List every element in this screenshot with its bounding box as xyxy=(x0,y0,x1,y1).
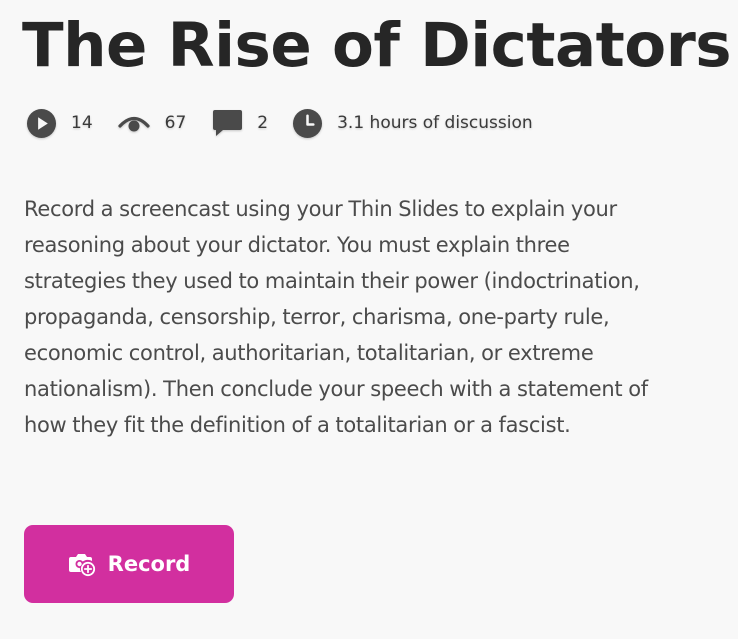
page-title: The Rise of Dictators xyxy=(22,10,732,81)
assignment-description: Record a screencast using your Thin Slid… xyxy=(24,197,648,437)
stats-bar: 14 67 2 3.1 hours of discussion xyxy=(26,107,533,139)
stat-views: 67 xyxy=(118,113,187,133)
views-count: 67 xyxy=(164,113,187,133)
camera-add-icon xyxy=(68,551,96,577)
comments-count: 2 xyxy=(257,113,269,133)
stat-plays: 14 xyxy=(26,108,93,139)
stat-time: 3.1 hours of discussion xyxy=(292,108,533,139)
plays-count: 14 xyxy=(71,113,93,133)
clock-icon xyxy=(292,108,323,139)
eye-icon xyxy=(118,113,150,133)
comment-icon xyxy=(212,108,243,138)
record-button-label: Record xyxy=(107,552,191,576)
record-button[interactable]: Record xyxy=(24,525,234,603)
discussion-time: 3.1 hours of discussion xyxy=(337,113,533,133)
play-circle-icon xyxy=(26,108,57,139)
stat-comments: 2 xyxy=(212,108,268,138)
